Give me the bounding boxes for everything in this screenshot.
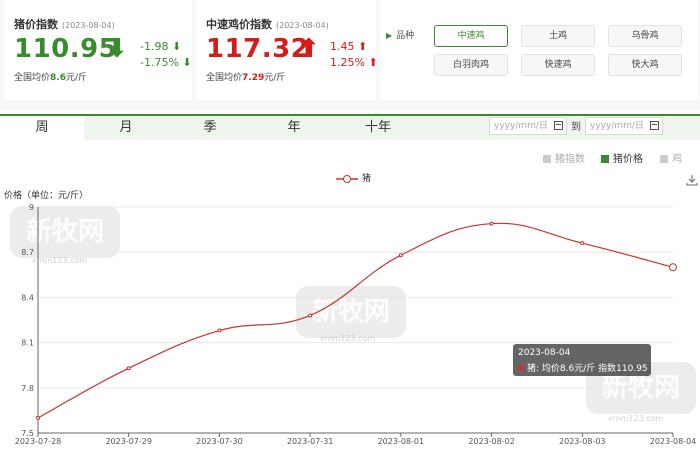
data-point <box>36 415 40 420</box>
data-point <box>308 313 313 318</box>
data-point <box>217 328 222 333</box>
x-tick-label: 2023-07-28 <box>15 437 62 446</box>
data-point <box>398 253 403 258</box>
data-point <box>126 366 131 371</box>
chart-tooltip: 2023-08-04 猪: 均价8.6元/斤 指数110.95 <box>513 344 651 376</box>
tooltip-row: 猪: 均价8.6元/斤 指数110.95 <box>518 361 648 374</box>
x-tick-label: 2023-08-04 <box>650 437 697 446</box>
y-tick-label: 9 <box>29 203 34 212</box>
x-tick-label: 2023-08-02 <box>468 437 515 446</box>
data-point <box>580 241 585 246</box>
data-point <box>489 221 494 226</box>
tooltip-date: 2023-08-04 <box>518 348 571 358</box>
x-tick-label: 2023-08-03 <box>559 437 606 446</box>
y-tick-label: 8.7 <box>21 248 34 257</box>
series-dot-icon <box>518 365 524 371</box>
price-line-chart: 7.57.88.18.48.79 2023-07-28 2023-07-29 202… <box>15 203 697 446</box>
x-tick-label: 2023-07-31 <box>287 437 334 446</box>
x-tick-label: 2023-07-29 <box>105 437 152 446</box>
y-tick-label: 8.4 <box>21 293 34 302</box>
x-tick-label: 2023-07-30 <box>196 437 243 446</box>
y-tick-label: 7.8 <box>21 384 34 393</box>
data-point <box>669 263 677 272</box>
x-tick-label: 2023-08-01 <box>378 437 425 446</box>
y-tick-label: 8.1 <box>21 339 34 348</box>
